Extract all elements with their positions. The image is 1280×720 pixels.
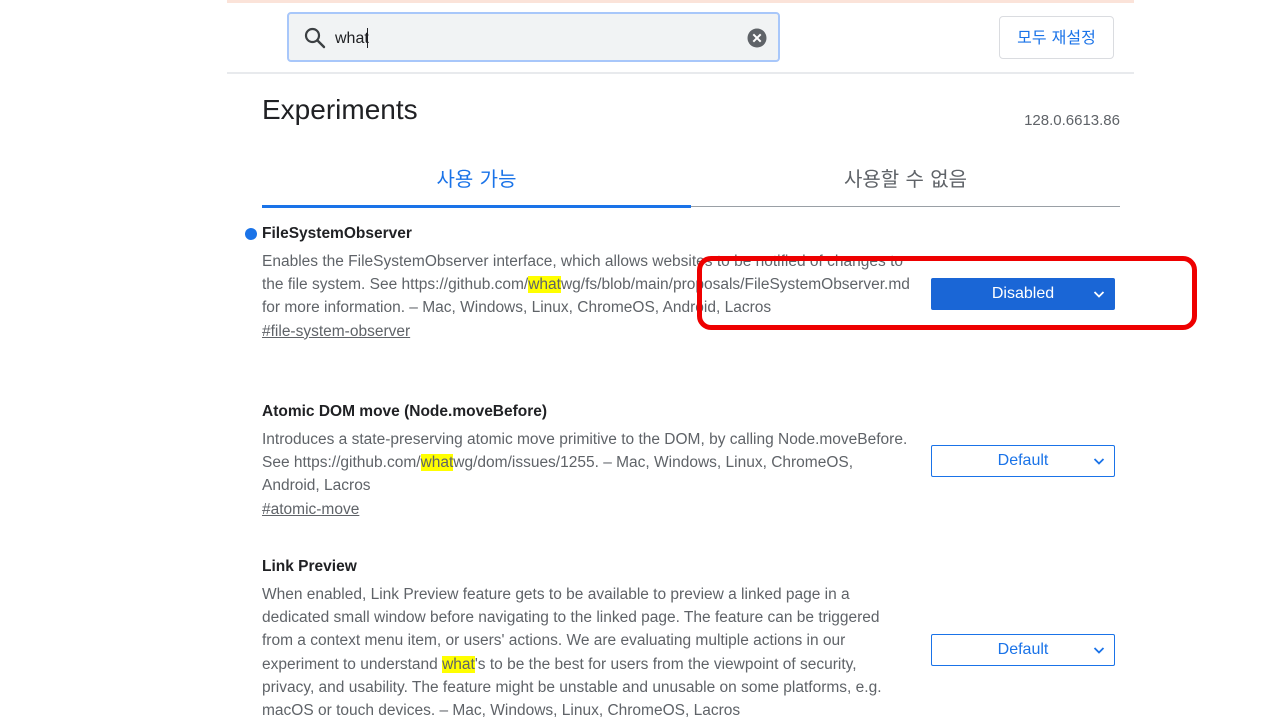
tab-unavailable[interactable]: 사용할 수 없음 bbox=[691, 155, 1120, 205]
select-value: Disabled bbox=[991, 285, 1055, 302]
select-value: Default bbox=[997, 641, 1049, 658]
experiment-description: When enabled, Link Preview feature gets … bbox=[262, 586, 882, 720]
chevron-down-icon bbox=[1093, 458, 1105, 465]
experiment-description: Enables the FileSystemObserver interface… bbox=[262, 253, 910, 317]
experiment-description: Introduces a state-preserving atomic mov… bbox=[262, 431, 908, 495]
clear-icon[interactable] bbox=[747, 28, 767, 48]
new-indicator-dot bbox=[245, 228, 257, 240]
experiment-title: FileSystemObserver bbox=[262, 225, 412, 242]
search-input[interactable] bbox=[333, 24, 737, 54]
tab-active-indicator bbox=[262, 205, 691, 208]
experiment-select-file-system-observer[interactable]: Disabled bbox=[931, 278, 1115, 310]
text-caret bbox=[367, 28, 368, 48]
experiment-select-link-preview[interactable]: Default bbox=[931, 634, 1115, 666]
experiment-link[interactable]: #file-system-observer bbox=[262, 323, 410, 341]
search-match-highlight: what bbox=[528, 276, 561, 294]
page-title: Experiments bbox=[262, 94, 418, 125]
top-border bbox=[227, 0, 1134, 3]
header-divider bbox=[227, 72, 1134, 74]
search-match-highlight: what bbox=[420, 454, 454, 472]
experiment-title: Atomic DOM move (Node.moveBefore) bbox=[262, 403, 548, 420]
search-icon bbox=[304, 27, 326, 49]
search-box[interactable] bbox=[287, 12, 780, 62]
version-label: 128.0.6613.86 bbox=[1024, 112, 1120, 129]
reset-all-button[interactable]: 모두 재설정 bbox=[999, 16, 1114, 59]
experiment-select-atomic-move[interactable]: Default bbox=[931, 445, 1115, 477]
chevron-down-icon bbox=[1093, 291, 1105, 298]
tab-available[interactable]: 사용 가능 bbox=[262, 155, 691, 205]
experiment-link[interactable]: #atomic-move bbox=[262, 501, 359, 519]
flags-page: 모두 재설정 Experiments 128.0.6613.86 사용 가능 사… bbox=[0, 0, 1280, 720]
tab-bar: 사용 가능 사용할 수 없음 bbox=[262, 155, 1120, 208]
chevron-down-icon bbox=[1093, 647, 1105, 654]
experiment-title: Link Preview bbox=[262, 558, 357, 575]
search-match-highlight: what bbox=[442, 655, 475, 673]
select-value: Default bbox=[997, 452, 1049, 469]
